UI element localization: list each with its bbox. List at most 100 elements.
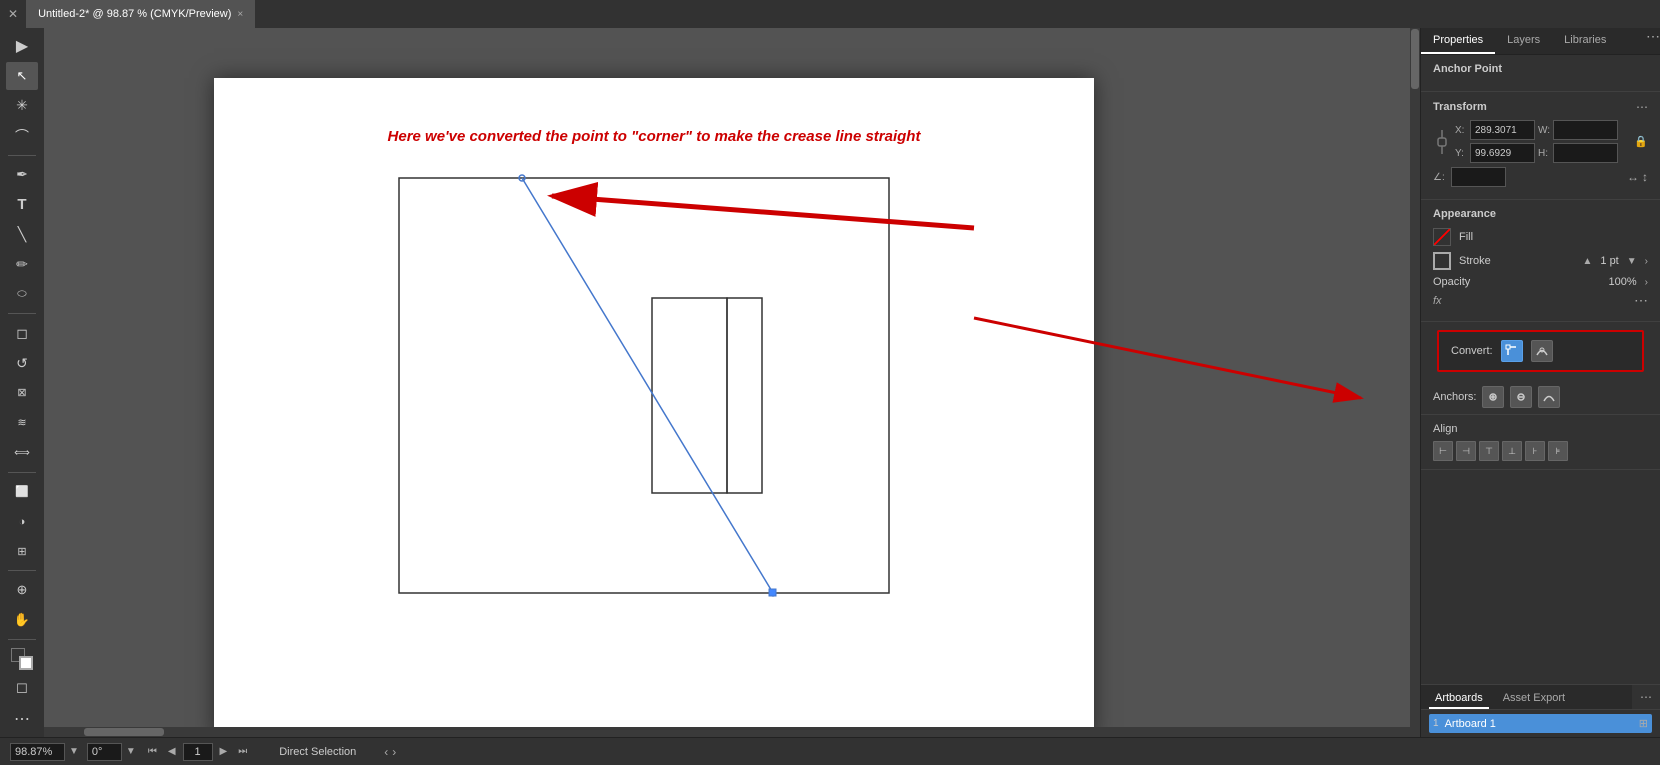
transform-section: Transform ⋯ X:	[1421, 92, 1660, 200]
chain-icon	[1436, 130, 1448, 154]
status-bar: ▼ ▼ ⏮ ◀ 1 ▶ ⏭ Direct Selection ‹ ›	[0, 737, 1660, 765]
y-label: Y:	[1455, 148, 1467, 159]
canvas-vertical-scrollbar-thumb[interactable]	[1411, 29, 1419, 89]
document-tab-title: Untitled-2* @ 98.87 % (CMYK/Preview)	[38, 8, 231, 20]
canvas-area[interactable]: Here we've converted the point to "corne…	[44, 28, 1420, 737]
rotation-input[interactable]	[87, 743, 122, 761]
w-label: W:	[1538, 125, 1550, 136]
flip-horizontal-btn[interactable]: ↔	[1627, 170, 1639, 184]
more-tools-btn[interactable]: ⋯	[6, 705, 38, 733]
stroke-weight-stepper-down[interactable]: ▼	[1627, 256, 1637, 267]
tab-libraries[interactable]: Libraries	[1552, 28, 1618, 54]
tab-close-btn[interactable]: ×	[237, 9, 243, 20]
tab-artboards[interactable]: Artboards	[1429, 689, 1489, 709]
y-input[interactable]	[1470, 143, 1535, 163]
blob-brush-tool-btn[interactable]: ⬭	[6, 280, 38, 308]
scale-tool-btn[interactable]: ⊠	[6, 379, 38, 407]
pen-tool-btn[interactable]: ✒	[6, 161, 38, 189]
artboards-more-icon[interactable]: ⋯	[1632, 690, 1660, 704]
type-tool-btn[interactable]: T	[6, 191, 38, 219]
zoom-tool-btn[interactable]: ⊕	[6, 576, 38, 604]
canvas-horizontal-scrollbar[interactable]	[44, 727, 1420, 737]
flip-vertical-btn[interactable]: ↕	[1642, 170, 1648, 184]
tab-properties[interactable]: Properties	[1421, 28, 1495, 54]
line-icon: ╲	[18, 226, 26, 243]
fx-row: fx ⋯	[1433, 288, 1648, 313]
canvas-vertical-scrollbar[interactable]	[1410, 28, 1420, 737]
fill-stroke-btn[interactable]	[6, 645, 38, 673]
stroke-swatch[interactable]	[1433, 252, 1451, 270]
drawing-modes-btn[interactable]: ☐	[6, 675, 38, 703]
eraser-tool-btn[interactable]: ◻	[6, 319, 38, 347]
scale-icon: ⊠	[17, 386, 26, 399]
annotation-text: Here we've converted the point to "corne…	[214, 128, 1094, 145]
free-transform-tool-btn[interactable]: ⬜	[6, 478, 38, 506]
fill-label: Fill	[1459, 231, 1648, 243]
more-tools-icon: ⋯	[14, 709, 30, 729]
lock-proportions-btn[interactable]: 🔒	[1634, 135, 1648, 148]
remove-anchor-btn[interactable]	[1510, 386, 1532, 408]
add-anchor-btn[interactable]	[1482, 386, 1504, 408]
magic-wand-tool-btn[interactable]: ✳	[6, 92, 38, 120]
align-center-horizontal-btn[interactable]: ⊣	[1456, 441, 1476, 461]
align-top-btn[interactable]: ⊥	[1502, 441, 1522, 461]
tab-asset-export[interactable]: Asset Export	[1497, 689, 1571, 709]
main-layout: ▶ ↖ ✳ ⌒ ✒ T ╲ ✏ ⬭ ◻ ↺	[0, 28, 1660, 737]
stroke-weight-value: 1 pt	[1600, 255, 1618, 267]
panel-tab-more-icon[interactable]: ⋯	[1646, 28, 1660, 54]
toolbar-separator-2	[8, 313, 36, 314]
left-toolbar: ▶ ↖ ✳ ⌒ ✒ T ╲ ✏ ⬭ ◻ ↺	[0, 28, 44, 737]
pencil-tool-btn[interactable]: ✏	[6, 250, 38, 278]
w-input[interactable]	[1553, 120, 1618, 140]
selection-tool-btn[interactable]: ▶	[6, 32, 38, 60]
document-tab[interactable]: Untitled-2* @ 98.87 % (CMYK/Preview) ×	[26, 0, 255, 28]
canvas-right-arrow[interactable]: ›	[392, 745, 396, 759]
first-page-btn[interactable]: ⏮	[144, 744, 161, 759]
stroke-weight-stepper-up[interactable]: ▲	[1582, 256, 1592, 267]
convert-corner-btn[interactable]	[1501, 340, 1523, 362]
fill-swatch[interactable]	[1433, 228, 1451, 246]
align-center-vertical-btn[interactable]: ⊦	[1525, 441, 1545, 461]
direct-selection-icon: ↖	[17, 68, 28, 84]
next-page-btn[interactable]: ▶	[216, 744, 232, 759]
line-tool-btn[interactable]: ╲	[6, 220, 38, 248]
direct-selection-tool-btn[interactable]: ↖	[6, 62, 38, 90]
x-input[interactable]	[1470, 120, 1535, 140]
last-page-btn[interactable]: ⏭	[234, 744, 251, 759]
artboard-resize-icon[interactable]: ⊞	[1639, 717, 1648, 730]
shape-builder-tool-btn[interactable]: ◑	[6, 508, 38, 536]
transform-title: Transform	[1433, 101, 1636, 113]
zoom-dropdown-icon[interactable]: ▼	[69, 746, 79, 757]
smooth-anchor-btn[interactable]	[1538, 386, 1560, 408]
appearance-title: Appearance	[1433, 208, 1648, 220]
magic-wand-icon: ✳	[16, 97, 28, 114]
align-bottom-btn[interactable]: ⊧	[1548, 441, 1568, 461]
width-tool-btn[interactable]: ⟺	[6, 439, 38, 467]
appearance-more-btn[interactable]: ⋯	[1634, 292, 1648, 309]
warp-tool-btn[interactable]: ≋	[6, 409, 38, 437]
transform-more-icon[interactable]: ⋯	[1636, 100, 1648, 114]
canvas-left-arrow[interactable]: ‹	[384, 745, 388, 759]
h-input[interactable]	[1553, 143, 1618, 163]
hand-tool-btn[interactable]: ✋	[6, 606, 38, 634]
prev-page-btn[interactable]: ◀	[164, 744, 180, 759]
fx-label: fx	[1433, 295, 1442, 307]
rotate-input[interactable]	[1451, 167, 1506, 187]
rotation-dropdown-icon[interactable]: ▼	[126, 746, 136, 757]
convert-smooth-btn[interactable]	[1531, 340, 1553, 362]
align-left-btn[interactable]: ⊢	[1433, 441, 1453, 461]
stroke-row: Stroke ▲ 1 pt ▼ ›	[1433, 252, 1648, 270]
align-right-btn[interactable]: ⊤	[1479, 441, 1499, 461]
zoom-input[interactable]	[10, 743, 65, 761]
artboard-item[interactable]: 1 Artboard 1 ⊞	[1429, 714, 1652, 733]
opacity-options-arrow[interactable]: ›	[1645, 277, 1648, 288]
perspective-grid-tool-btn[interactable]: ⊞	[6, 538, 38, 566]
tab-layers[interactable]: Layers	[1495, 28, 1552, 54]
fill-slash-icon	[1434, 229, 1450, 245]
close-btn[interactable]: ✕	[8, 7, 18, 21]
zoom-icon: ⊕	[17, 582, 28, 598]
lasso-tool-btn[interactable]: ⌒	[6, 122, 38, 150]
stroke-options-arrow[interactable]: ›	[1645, 256, 1648, 267]
rotate-tool-btn[interactable]: ↺	[6, 349, 38, 377]
canvas-horizontal-scrollbar-thumb[interactable]	[84, 728, 164, 736]
